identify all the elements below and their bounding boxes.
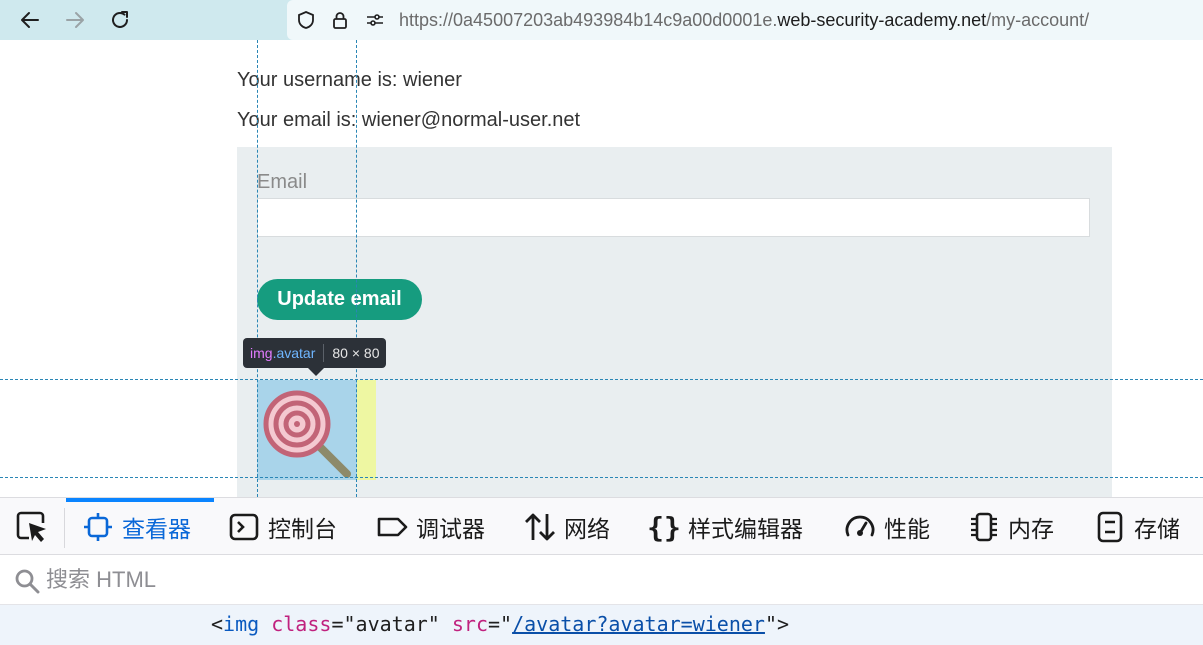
tab-label: 调试器 xyxy=(416,516,485,542)
update-email-button[interactable]: Update email xyxy=(257,279,422,320)
lock-icon[interactable] xyxy=(330,10,350,30)
tooltip-dimensions: 80 × 80 xyxy=(332,345,380,361)
back-button[interactable] xyxy=(16,6,44,34)
shield-icon[interactable] xyxy=(296,10,316,30)
performance-icon xyxy=(844,511,876,543)
tab-label: 存储 xyxy=(1134,516,1180,542)
tab-label: 内存 xyxy=(1008,516,1054,542)
node-attr-src-link[interactable]: /avatar?avatar=wiener xyxy=(512,612,765,636)
forward-button[interactable] xyxy=(61,6,89,34)
console-icon xyxy=(228,511,260,543)
node-attr-class-value: "avatar" xyxy=(343,612,440,636)
tab-inspector[interactable]: 查看器 xyxy=(82,498,191,556)
node-attr-class: class xyxy=(271,612,332,636)
guide-line-vertical-right xyxy=(356,40,357,497)
tab-label: 查看器 xyxy=(122,516,191,542)
page-content: Your username is: wiener Your email is: … xyxy=(0,40,1203,497)
html-node-text: <img class="avatar" src="/avatar?avatar=… xyxy=(211,612,790,636)
tooltip-class: .avatar xyxy=(272,345,316,361)
tooltip-tag: img xyxy=(250,345,273,361)
devtools-tabbar: 查看器 控制台 调试器 网络 {} 样式编辑器 性能 内存 存储 xyxy=(0,497,1203,555)
tab-memory[interactable]: 内存 xyxy=(968,498,1054,556)
toolbar-separator xyxy=(64,508,65,548)
permissions-icon[interactable] xyxy=(365,10,385,30)
avatar-padding-highlight xyxy=(357,380,376,480)
storage-icon xyxy=(1094,511,1126,543)
forward-icon xyxy=(66,12,84,28)
tooltip-arrow xyxy=(308,368,324,376)
tab-console[interactable]: 控制台 xyxy=(228,498,337,556)
username-text: Your username is: wiener xyxy=(237,69,462,91)
network-icon xyxy=(524,511,556,543)
node-open-bracket: < xyxy=(211,612,224,636)
tab-label: 网络 xyxy=(564,516,610,542)
reload-button[interactable] xyxy=(106,6,134,34)
memory-icon xyxy=(968,511,1000,543)
element-picker-icon xyxy=(16,511,46,542)
reload-icon xyxy=(112,11,128,28)
tooltip-separator xyxy=(323,344,325,362)
style-editor-icon: {} xyxy=(647,510,681,544)
url-prefix: https://0a45007203ab493984b14c9a00d0001e… xyxy=(399,10,778,30)
lollipop-icon xyxy=(263,390,351,478)
tab-network[interactable]: 网络 xyxy=(524,498,610,556)
element-picker-button[interactable] xyxy=(14,509,50,545)
address-bar[interactable]: https://0a45007203ab493984b14c9a00d0001e… xyxy=(287,0,1203,40)
inspector-icon xyxy=(82,511,114,543)
url-text[interactable]: https://0a45007203ab493984b14c9a00d0001e… xyxy=(399,10,1089,31)
guide-line-vertical-left xyxy=(257,40,258,497)
search-icon xyxy=(15,569,40,594)
guide-line-horizontal-bottom xyxy=(0,477,1203,478)
search-html-input[interactable] xyxy=(46,565,646,595)
browser-toolbar: https://0a45007203ab493984b14c9a00d0001e… xyxy=(0,0,1203,40)
node-close-bracket: > xyxy=(777,612,790,636)
url-host: web-security-academy.net xyxy=(777,10,987,30)
tab-debugger[interactable]: 调试器 xyxy=(376,498,485,556)
selected-html-node[interactable]: <img class="avatar" src="/avatar?avatar=… xyxy=(0,605,1203,645)
email-input[interactable] xyxy=(257,198,1090,237)
change-email-form: Email Update email xyxy=(237,147,1112,497)
email-text: Your email is: wiener@normal-user.net xyxy=(237,109,581,131)
guide-line-horizontal-top xyxy=(0,379,1203,380)
avatar xyxy=(257,380,357,480)
node-tag: img xyxy=(223,612,260,636)
back-icon xyxy=(21,12,39,28)
url-path: /my-account/ xyxy=(986,10,1090,30)
html-search-bar xyxy=(0,555,1203,605)
tab-style-editor[interactable]: {} 样式编辑器 xyxy=(647,498,803,556)
tab-performance[interactable]: 性能 xyxy=(844,498,930,556)
tab-label: 样式编辑器 xyxy=(688,516,803,542)
devtools-panel: 查看器 控制台 调试器 网络 {} 样式编辑器 性能 内存 存储 搜索 HTML… xyxy=(0,497,1203,645)
email-label: Email xyxy=(257,171,308,193)
debugger-icon xyxy=(376,511,408,543)
tab-storage[interactable]: 存储 xyxy=(1094,498,1180,556)
tab-label: 性能 xyxy=(884,516,930,542)
node-attr-src: src xyxy=(451,612,488,636)
tab-label: 控制台 xyxy=(268,516,337,542)
inspector-tooltip: img .avatar 80 × 80 xyxy=(243,338,387,368)
